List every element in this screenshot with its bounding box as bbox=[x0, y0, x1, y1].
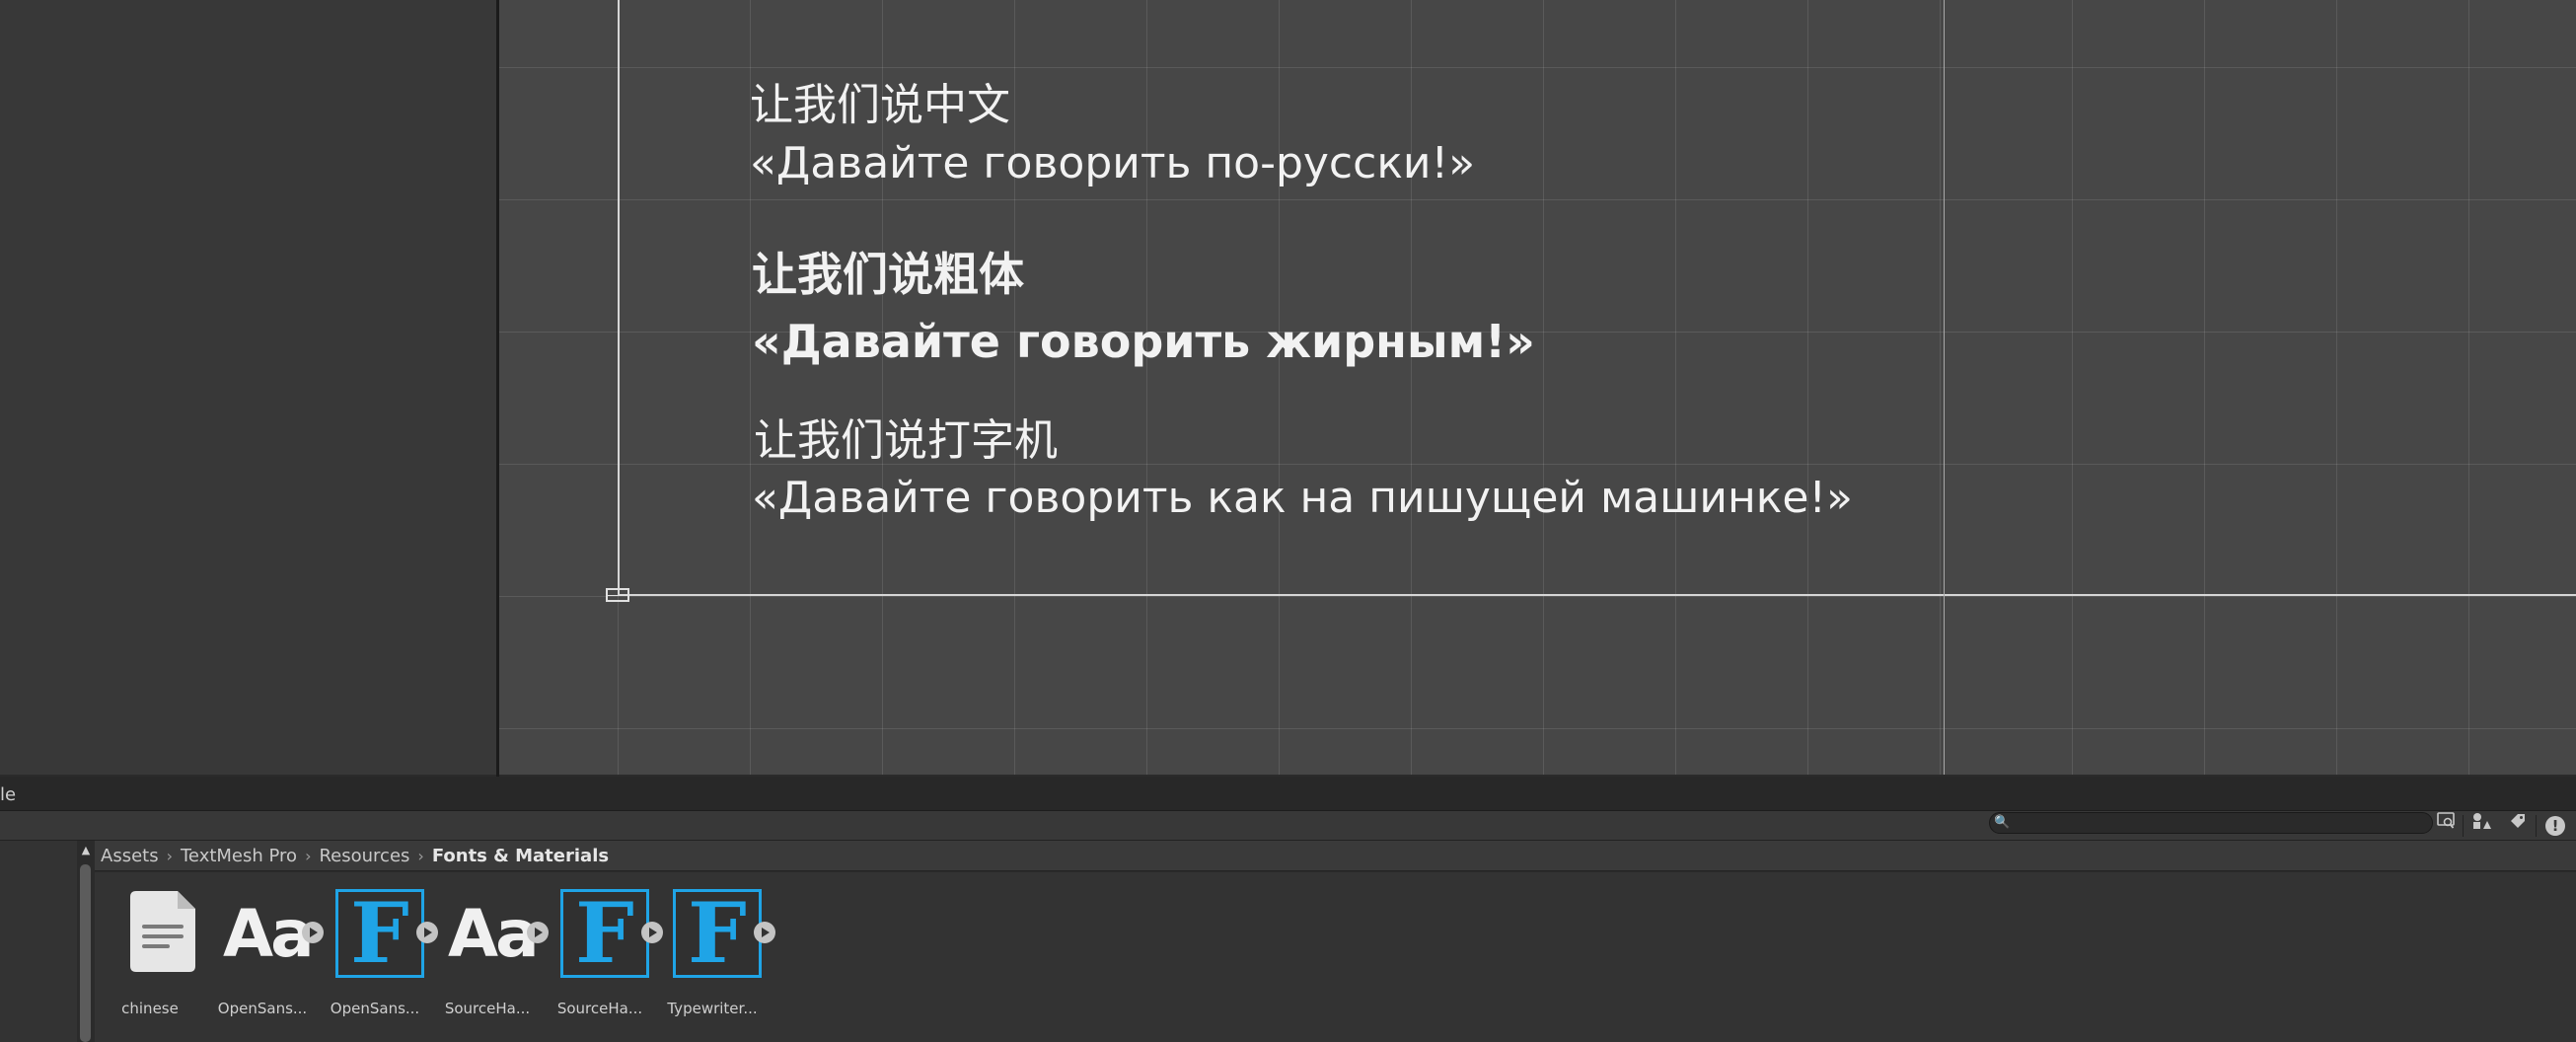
scene-text-russian-bold[interactable]: «Давайте говорить жирным!» bbox=[752, 318, 1535, 366]
breadcrumb-assets[interactable]: Assets bbox=[101, 846, 159, 866]
chevron-right-icon: › bbox=[166, 846, 173, 865]
filter-by-type-icon[interactable] bbox=[2467, 811, 2495, 839]
breadcrumb: Assets › TextMesh Pro › Resources › Font… bbox=[95, 841, 2576, 871]
font-icon: Aa bbox=[448, 896, 540, 972]
font-asset-glyph: F bbox=[688, 884, 747, 982]
scene-text-russian-1[interactable]: «Давайте говорить по-русски!» bbox=[750, 140, 1475, 186]
project-search-input[interactable] bbox=[1989, 812, 2433, 834]
asset-item[interactable]: Aa SourceHa... bbox=[432, 889, 549, 1017]
scene-text-chinese-1[interactable]: 让我们说中文 bbox=[750, 82, 1010, 128]
breadcrumb-resources[interactable]: Resources bbox=[319, 846, 409, 866]
expand-play-icon[interactable] bbox=[754, 922, 775, 943]
breadcrumb-textmesh-pro[interactable]: TextMesh Pro bbox=[181, 846, 297, 866]
asset-label: SourceHa... bbox=[444, 1000, 531, 1017]
font-asset-glyph: F bbox=[350, 884, 409, 982]
font-icon: Aa bbox=[223, 896, 315, 972]
asset-label: Typewriter... bbox=[667, 1000, 758, 1017]
rect-anchor-handle[interactable] bbox=[606, 588, 629, 602]
warning-icon[interactable]: ! bbox=[2541, 811, 2569, 839]
chevron-right-icon: › bbox=[417, 846, 424, 865]
asset-item[interactable]: F OpenSans... bbox=[320, 889, 438, 1017]
filter-by-label-icon[interactable] bbox=[2504, 811, 2532, 839]
toolbar-separator bbox=[2536, 815, 2537, 837]
font-asset-icon: F bbox=[560, 889, 649, 978]
toolbar-separator bbox=[2463, 815, 2464, 837]
asset-grid: chinese Aa OpenSans... F OpenSans... Aa … bbox=[95, 872, 2576, 1042]
font-asset-glyph: F bbox=[575, 884, 634, 982]
project-tab-bar: le bbox=[0, 777, 2576, 811]
asset-label: chinese bbox=[121, 1000, 179, 1017]
chevron-right-icon: › bbox=[305, 846, 312, 865]
font-asset-icon: F bbox=[673, 889, 762, 978]
scene-text-chinese-typewriter[interactable]: 让我们说打字机 bbox=[754, 417, 1058, 464]
scene-text-chinese-bold[interactable]: 让我们说粗体 bbox=[752, 251, 1024, 299]
asset-item[interactable]: chinese bbox=[95, 889, 205, 1017]
hierarchy-panel bbox=[0, 0, 496, 775]
scroll-up-arrow-icon[interactable]: ▲ bbox=[77, 841, 95, 860]
asset-label: OpenSans... bbox=[217, 1000, 308, 1017]
scene-search-icon[interactable] bbox=[2432, 811, 2460, 839]
scrollbar-thumb[interactable] bbox=[80, 864, 91, 1042]
folder-tree-pane[interactable] bbox=[0, 841, 77, 1042]
asset-item[interactable]: F SourceHa... bbox=[545, 889, 663, 1017]
asset-item[interactable]: Aa OpenSans... bbox=[207, 889, 324, 1017]
scene-grid-axis bbox=[1944, 0, 1945, 775]
asset-item[interactable]: F Typewriter... bbox=[657, 889, 775, 1017]
project-tab-label[interactable]: le bbox=[0, 784, 16, 805]
breadcrumb-fonts-materials[interactable]: Fonts & Materials bbox=[432, 846, 609, 866]
scene-text-russian-typewriter[interactable]: «Давайте говорить как на пишущей машинке… bbox=[752, 475, 1853, 521]
search-icon: 🔍 bbox=[1994, 815, 2011, 830]
font-asset-icon: F bbox=[335, 889, 424, 978]
asset-label: SourceHa... bbox=[556, 1000, 643, 1017]
asset-label: OpenSans... bbox=[330, 1000, 420, 1017]
text-document-icon bbox=[130, 891, 195, 972]
